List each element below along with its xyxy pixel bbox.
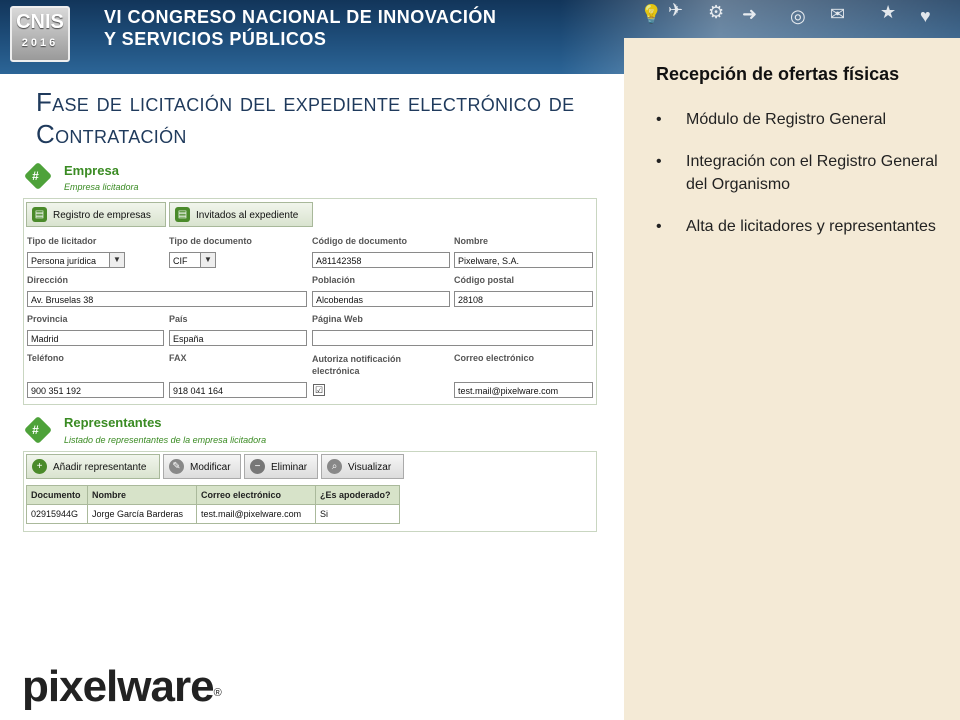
button-label: Registro de empresas <box>53 210 151 221</box>
nombre-input[interactable]: Pixelware, S.A. <box>454 252 593 268</box>
select-value: CIF <box>173 256 188 266</box>
table-cell: Si <box>315 504 400 524</box>
pencil-icon: ✎ <box>169 459 184 474</box>
anadir-representante-button[interactable]: + Añadir representante <box>26 454 160 479</box>
list-item: • Módulo de Registro General <box>656 108 946 131</box>
button-label: Visualizar <box>348 462 392 473</box>
label-tipo-documento: Tipo de documento <box>169 236 252 246</box>
heart-icon: ♥ <box>920 6 931 26</box>
fax-input[interactable]: 918 041 164 <box>169 382 307 398</box>
banner-title-line1: VI CONGRESO NACIONAL DE INNOVACIÓN <box>104 7 497 27</box>
autoriza-checkbox[interactable]: ☑ <box>313 384 325 396</box>
column-header[interactable]: Nombre <box>87 485 197 505</box>
slide-title: Fase de licitación del expediente electr… <box>36 87 575 149</box>
label-codigo-documento: Código de documento <box>312 236 407 246</box>
chevron-down-icon: ▼ <box>109 253 124 267</box>
lightbulb-icon: 💡 <box>640 4 663 24</box>
pagina-web-input[interactable] <box>312 330 593 346</box>
label-direccion: Dirección <box>27 275 69 285</box>
button-label: Eliminar <box>271 462 308 473</box>
tipo-licitador-select[interactable]: Persona jurídica ▼ <box>27 252 125 268</box>
codigo-postal-input[interactable]: 28108 <box>454 291 593 307</box>
right-panel-title: Recepción de ofertas físicas <box>656 64 900 84</box>
list-item: • Alta de licitadores y representantes <box>656 215 946 238</box>
empresa-title: Empresa <box>64 163 119 178</box>
poblacion-input[interactable]: Alcobendas <box>312 291 450 307</box>
eliminar-button[interactable]: − Eliminar <box>244 454 318 479</box>
banner-title: VI CONGRESO NACIONAL DE INNOVACIÓN Y SER… <box>104 6 496 50</box>
chevron-down-icon: ▼ <box>200 253 215 267</box>
label-pais: País <box>169 314 188 324</box>
label-telefono: Teléfono <box>27 353 64 363</box>
label-pagina-web: Página Web <box>312 314 363 324</box>
label-poblacion: Población <box>312 275 356 285</box>
representantes-title: Representantes <box>64 415 162 430</box>
star-icon: ★ <box>880 2 897 22</box>
list-item-text: Alta de licitadores y representantes <box>686 218 936 235</box>
tipo-documento-select[interactable]: CIF ▼ <box>169 252 216 268</box>
registered-mark: ® <box>213 687 222 699</box>
button-label: Invitados al expediente <box>196 210 299 221</box>
pixelware-logo: pixelware® <box>22 662 222 712</box>
button-label: Modificar <box>190 462 231 473</box>
table-cell: 02915944G <box>26 504 88 524</box>
label-correo: Correo electrónico <box>454 353 535 363</box>
right-panel-list: • Módulo de Registro General • Integración… <box>656 108 946 257</box>
globe-icon: ◎ <box>790 6 806 26</box>
column-header[interactable]: Correo electrónico <box>196 485 316 505</box>
list-icon: ▤ <box>175 207 190 222</box>
label-fax: FAX <box>169 353 187 363</box>
list-item: • Integración con el Registro General del… <box>656 150 946 196</box>
bullet: • <box>656 153 662 170</box>
table-cell: test.mail@pixelware.com <box>196 504 316 524</box>
arrow-icon: ➜ <box>742 4 758 24</box>
list-icon: ▤ <box>32 207 47 222</box>
label-autoriza-notificacion: Autoriza notificación electrónica <box>312 354 402 376</box>
modificar-button[interactable]: ✎ Modificar <box>163 454 241 479</box>
telefono-input[interactable]: 900 351 192 <box>27 382 164 398</box>
column-header[interactable]: Documento <box>26 485 88 505</box>
empresa-subtitle: Empresa licitadora <box>64 182 139 192</box>
pais-input[interactable]: España <box>169 330 307 346</box>
tag-icon <box>23 161 53 191</box>
cnis-logo-year: 2016 <box>21 37 59 49</box>
right-panel: Recepción de ofertas físicas • Módulo de … <box>624 38 960 720</box>
table-cell: Jorge García Barderas <box>87 504 197 524</box>
label-codigo-postal: Código postal <box>454 275 514 285</box>
provincia-input[interactable]: Madrid <box>27 330 164 346</box>
magnifier-icon: ⌕ <box>327 459 342 474</box>
airplane-icon: ✈ <box>668 0 684 20</box>
cnis-logo-text: CNIS <box>16 11 64 33</box>
list-item-text: Módulo de Registro General <box>686 111 887 128</box>
table-header-row: Documento Nombre Correo electrónico ¿Es … <box>26 485 400 505</box>
visualizar-button[interactable]: ⌕ Visualizar <box>321 454 404 479</box>
gear-icon: ⚙ <box>708 2 725 22</box>
minus-icon: − <box>250 459 265 474</box>
representantes-table: Documento Nombre Correo electrónico ¿Es … <box>26 485 400 524</box>
label-tipo-licitador: Tipo de licitador <box>27 236 97 246</box>
table-row[interactable]: 02915944G Jorge García Barderas test.mai… <box>26 504 400 524</box>
tag-icon <box>23 415 53 445</box>
select-value: Persona jurídica <box>31 256 97 266</box>
registro-empresas-button[interactable]: ▤ Registro de empresas <box>26 202 166 227</box>
bullet: • <box>656 218 662 235</box>
banner-title-line2: Y SERVICIOS PÚBLICOS <box>104 29 327 49</box>
label-nombre: Nombre <box>454 236 489 246</box>
plus-icon: + <box>32 459 47 474</box>
mail-icon: ✉ <box>830 4 846 24</box>
representantes-subtitle: Listado de representantes de la empresa … <box>64 435 267 445</box>
correo-input[interactable]: test.mail@pixelware.com <box>454 382 593 398</box>
button-label: Añadir representante <box>53 462 147 473</box>
codigo-documento-input[interactable]: A81142358 <box>312 252 450 268</box>
list-item-text: Integración con el Registro General del … <box>686 153 938 193</box>
bullet: • <box>656 111 662 128</box>
column-header[interactable]: ¿Es apoderado? <box>315 485 400 505</box>
direccion-input[interactable]: Av. Bruselas 38 <box>27 291 307 307</box>
cnis-logo: CNIS 2016 <box>10 6 70 62</box>
invitados-expediente-button[interactable]: ▤ Invitados al expediente <box>169 202 313 227</box>
label-provincia: Provincia <box>27 314 68 324</box>
pixelware-logo-text: pixelware <box>22 662 215 711</box>
